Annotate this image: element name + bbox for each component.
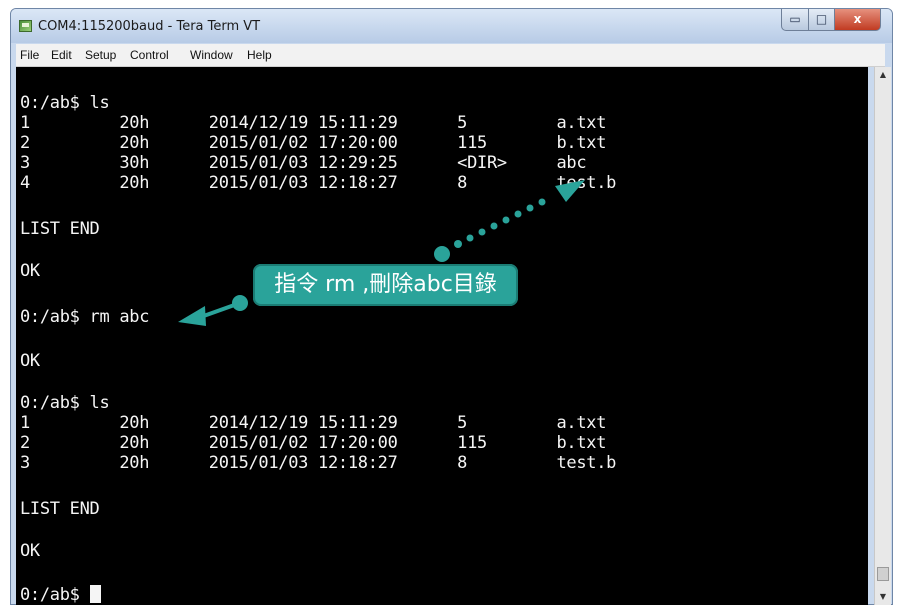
arrow-to-rm-command: [178, 295, 248, 326]
arrowhead-icon: [178, 306, 206, 326]
annotation-callout: 指令 rm ,刪除abc目錄: [253, 264, 518, 306]
dotted-arrow-to-abc: [434, 180, 585, 262]
arrowhead-icon: [555, 180, 585, 202]
